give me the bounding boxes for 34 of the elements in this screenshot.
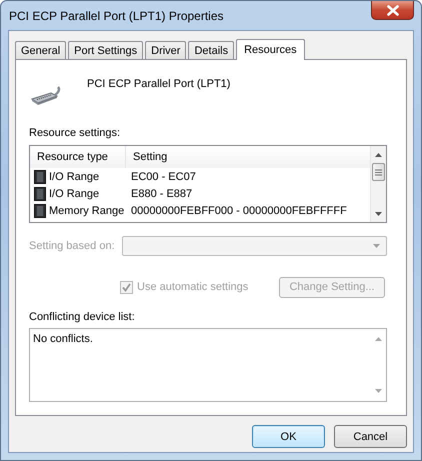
tab[interactable]: Driver: [145, 41, 186, 59]
conflicting-list-label: Conflicting device list:: [29, 310, 136, 324]
column-header[interactable]: Resource type: [30, 146, 126, 168]
resource-setting: E880 - E887: [130, 188, 194, 200]
scroll-down-icon[interactable]: [375, 212, 382, 216]
cable-connector-icon: [29, 84, 63, 108]
scroll-up-icon[interactable]: [375, 153, 382, 157]
chip-icon: [34, 170, 46, 184]
scrollbar[interactable]: [370, 146, 386, 222]
setting-based-on-label: Setting based on:: [29, 239, 115, 253]
window-title: PCI ECP Parallel Port (LPT1) Properties: [9, 9, 224, 23]
column-header[interactable]: Setting: [126, 146, 370, 168]
tab[interactable]: Resources: [236, 39, 305, 60]
close-button[interactable]: [371, 1, 414, 20]
grip-icon: [375, 168, 382, 176]
resource-type: I/O Range: [49, 170, 100, 182]
dialog-button[interactable]: OK: [252, 425, 325, 448]
resource-settings-label: Resource settings:: [29, 126, 122, 140]
conflict-text: No conflicts.: [32, 332, 93, 347]
resource-setting: 00000000FEBFF000 - 00000000FEBFFFFF: [130, 204, 348, 216]
scroll-thumb[interactable]: [372, 163, 385, 181]
resource-setting: EC00 - EC07: [130, 170, 197, 182]
dialog-button[interactable]: Cancel: [334, 425, 407, 448]
device-name: PCI ECP Parallel Port (LPT1): [87, 78, 230, 90]
checkbox-label: Use automatic settings: [137, 280, 248, 294]
dropdown-arrow-icon: [373, 244, 380, 248]
tab[interactable]: Port Settings: [68, 41, 144, 59]
tab[interactable]: General: [15, 41, 66, 59]
chip-icon: [34, 204, 46, 218]
chip-icon: [34, 186, 46, 200]
resource-type: Memory Range: [49, 204, 124, 216]
resource-type: I/O Range: [49, 188, 100, 200]
tab[interactable]: Details: [188, 41, 234, 59]
close-icon: [386, 4, 398, 16]
